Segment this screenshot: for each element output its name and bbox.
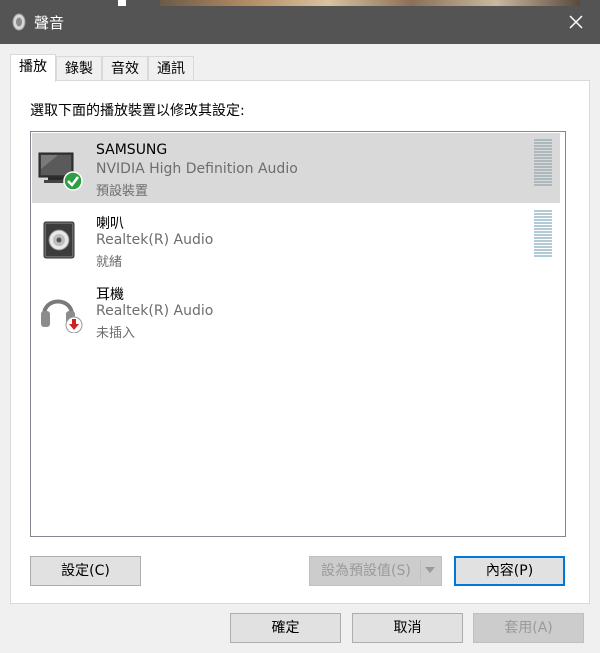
- default-check-icon: [63, 171, 83, 191]
- split-divider: [420, 561, 421, 581]
- device-driver: NVIDIA High Definition Audio: [96, 161, 298, 177]
- volume-meter: [534, 139, 552, 189]
- device-driver: Realtek(R) Audio: [96, 303, 214, 319]
- instruction-text: 選取下面的播放裝置以修改其設定:: [30, 103, 245, 119]
- chevron-down-icon[interactable]: [425, 567, 435, 573]
- device-driver: Realtek(R) Audio: [96, 232, 214, 248]
- configure-button[interactable]: 設定(C): [30, 556, 141, 586]
- device-item-samsung[interactable]: SAMSUNG NVIDIA High Definition Audio 預設裝…: [32, 133, 560, 203]
- device-item-headphones[interactable]: 耳機 Realtek(R) Audio 未插入: [32, 275, 560, 345]
- device-status: 就緒: [96, 255, 123, 270]
- device-status: 預設裝置: [96, 184, 149, 199]
- volume-meter: [534, 210, 552, 260]
- close-icon[interactable]: [566, 12, 586, 32]
- tab-communications[interactable]: 通訊: [148, 56, 194, 82]
- set-default-button[interactable]: 設為預設值(S): [309, 556, 442, 586]
- headphones-icon: [41, 299, 83, 333]
- background-window-sliver: [160, 0, 580, 6]
- sound-app-icon: [12, 13, 26, 31]
- device-item-speaker[interactable]: 喇叭 Realtek(R) Audio 就緒: [32, 204, 560, 274]
- monitor-icon: [38, 152, 83, 191]
- device-name: SAMSUNG: [96, 142, 168, 158]
- apply-button[interactable]: 套用(A): [473, 613, 584, 643]
- playback-panel: 選取下面的播放裝置以修改其設定: SAMSUNG NVIDIA High Def…: [10, 80, 590, 604]
- tab-playback[interactable]: 播放: [10, 54, 56, 82]
- device-status: 未插入: [96, 326, 136, 341]
- speaker-icon: [43, 221, 75, 259]
- device-name: 耳機: [96, 287, 124, 303]
- tab-strip: 播放 錄製 音效 通訊: [10, 54, 194, 82]
- title-bar: 聲音: [0, 0, 600, 44]
- set-default-label: 設為預設值(S): [321, 563, 411, 579]
- ok-button[interactable]: 確定: [230, 613, 341, 643]
- cancel-button[interactable]: 取消: [352, 613, 463, 643]
- window-title: 聲音: [34, 14, 65, 32]
- tab-recording[interactable]: 錄製: [56, 56, 102, 82]
- tab-sounds[interactable]: 音效: [102, 56, 148, 82]
- device-name: 喇叭: [96, 216, 124, 232]
- properties-button[interactable]: 內容(P): [454, 556, 565, 586]
- playback-device-list[interactable]: SAMSUNG NVIDIA High Definition Audio 預設裝…: [30, 131, 566, 537]
- background-window-sliver: [118, 0, 126, 6]
